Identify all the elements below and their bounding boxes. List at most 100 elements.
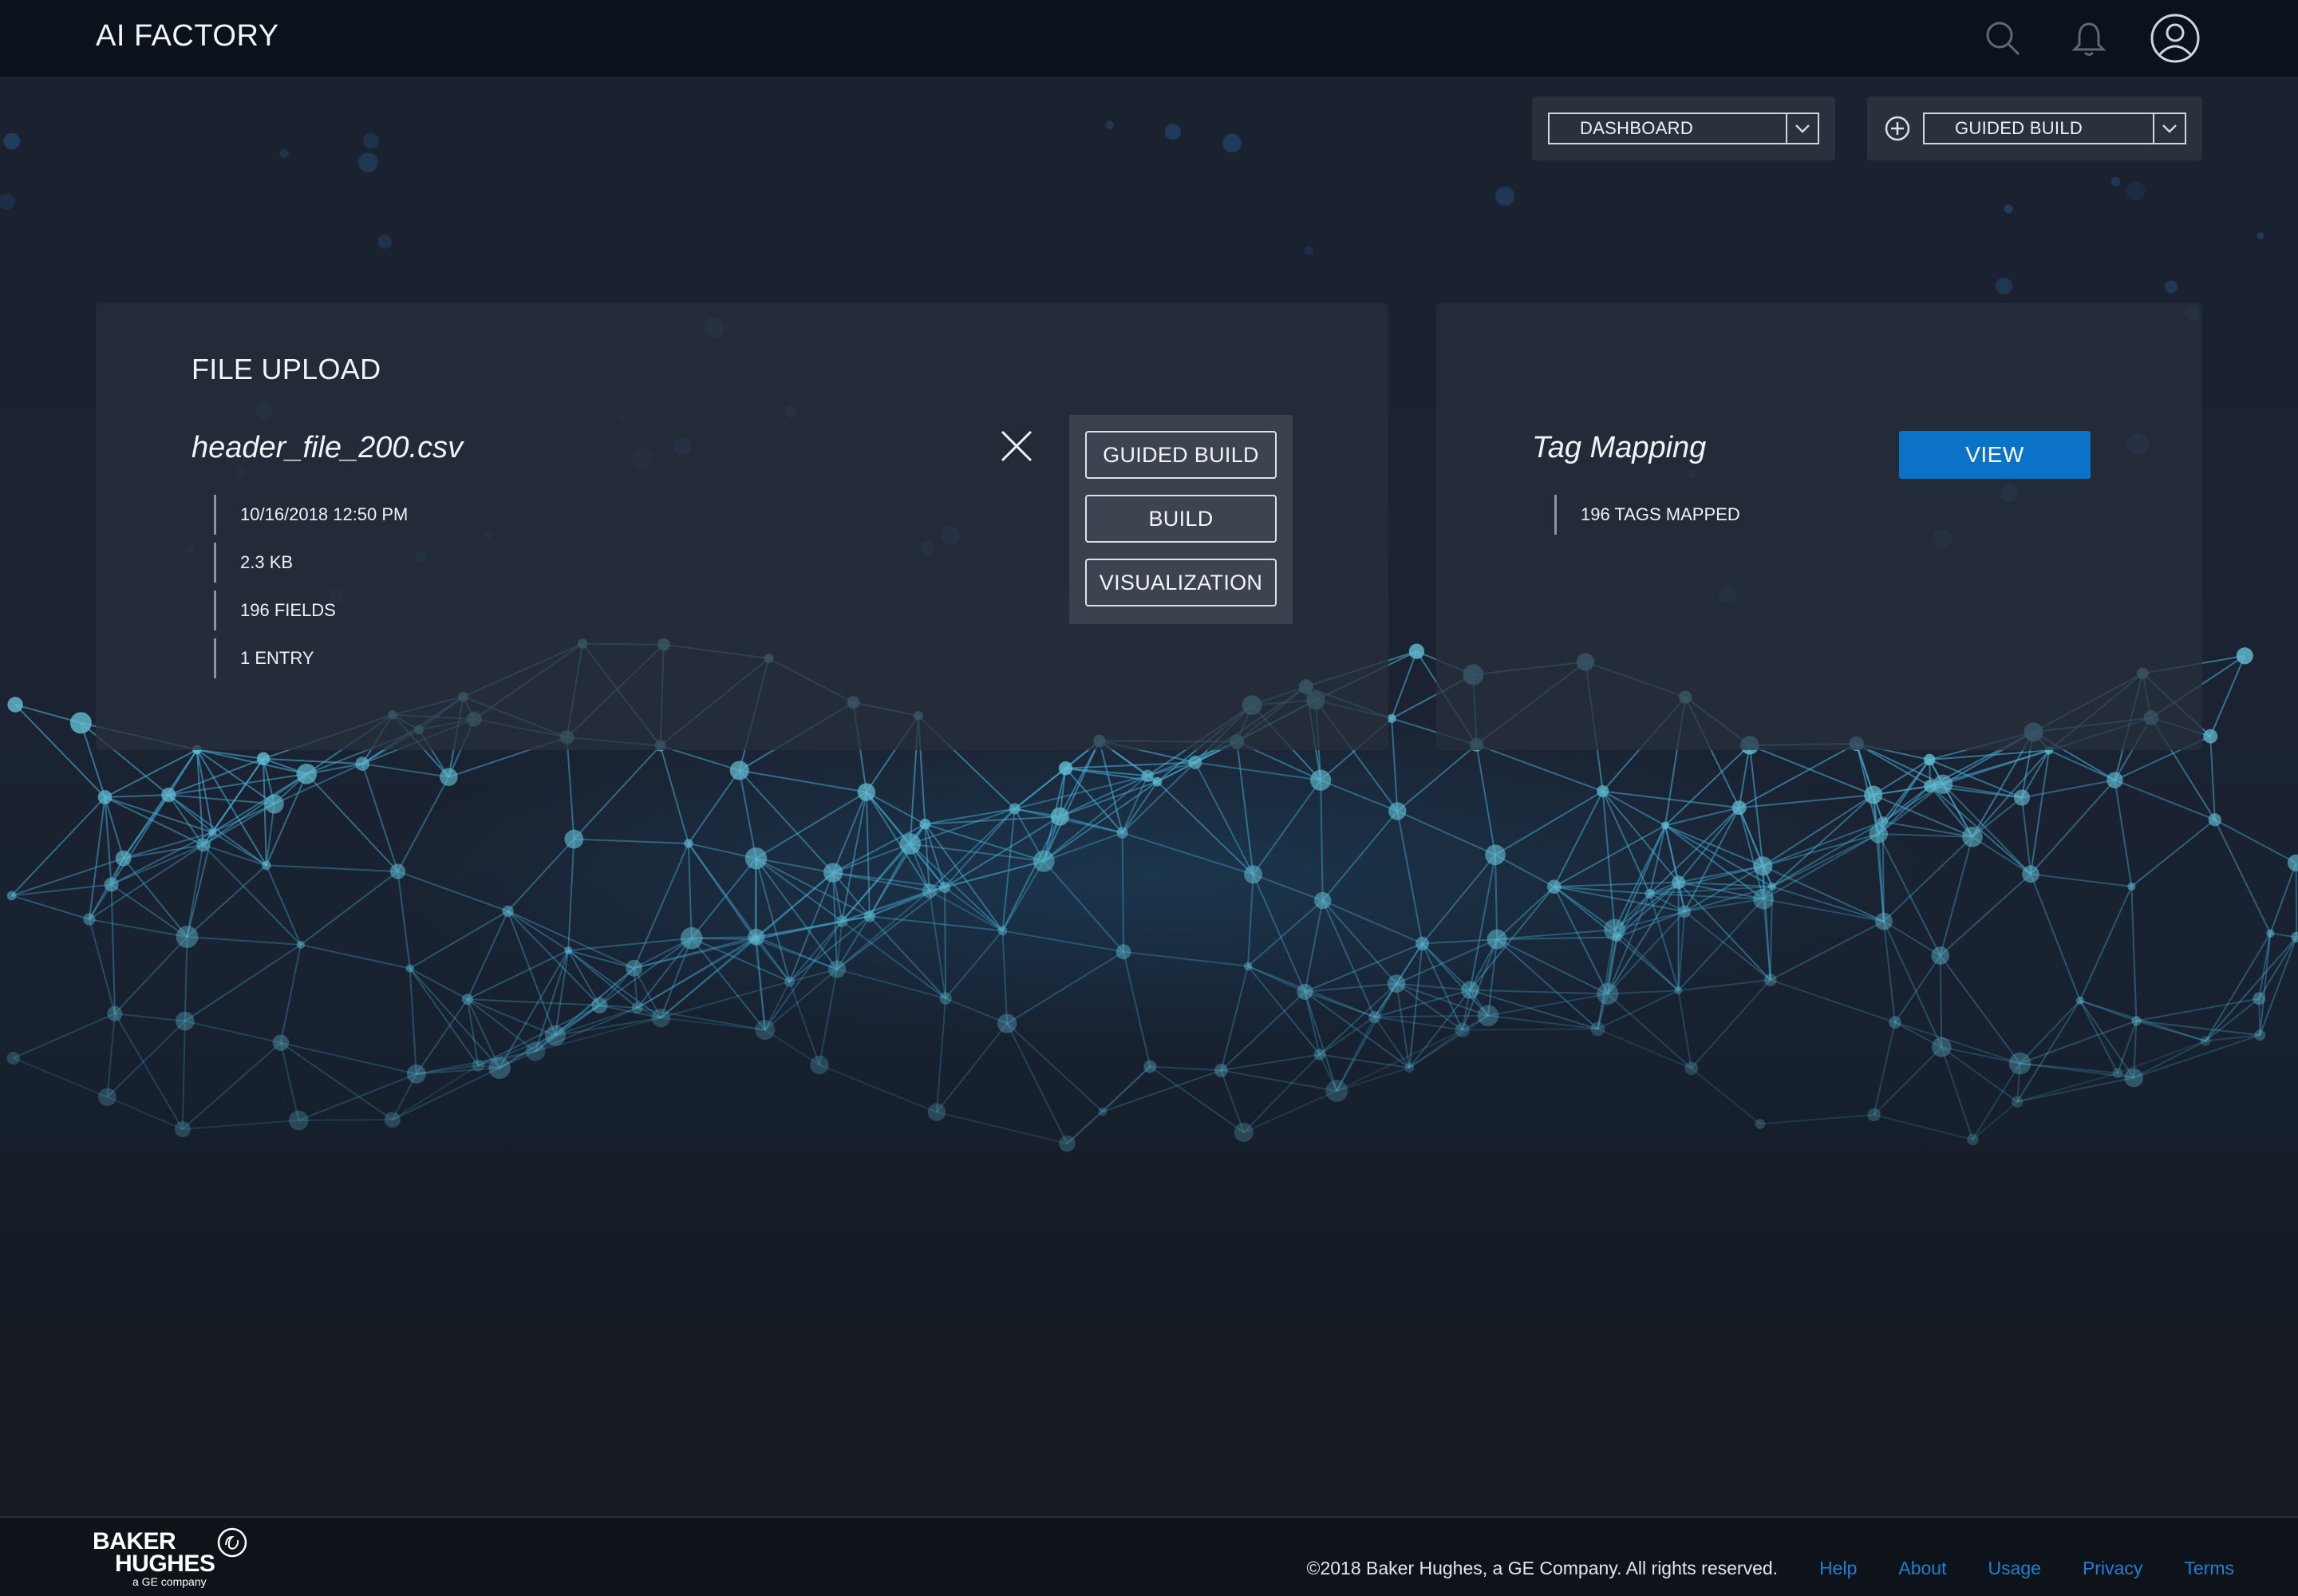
network-node — [1661, 821, 1670, 830]
footer-link-about[interactable]: About — [1898, 1558, 1946, 1579]
build-button[interactable]: BUILD — [1085, 495, 1277, 543]
network-line — [818, 969, 839, 1065]
dashboard-select[interactable]: DASHBOARD — [1548, 113, 1819, 144]
network-line — [1882, 921, 1896, 1023]
visualization-button[interactable]: VISUALIZATION — [1085, 559, 1277, 606]
network-line — [1156, 780, 1254, 875]
bell-icon[interactable] — [2062, 11, 2116, 65]
network-line — [866, 791, 926, 825]
network-node — [2236, 647, 2253, 665]
network-line — [1496, 938, 1599, 1030]
network-line — [1102, 1069, 1222, 1113]
network-node — [564, 946, 573, 955]
network-node — [1404, 1062, 1415, 1073]
network-line — [280, 1041, 393, 1120]
network-node — [927, 1103, 946, 1121]
network-node — [684, 839, 693, 848]
network-line — [554, 950, 570, 1036]
network-line — [2117, 1020, 2138, 1074]
network-node — [755, 1020, 776, 1041]
network-line — [122, 857, 188, 938]
network-node — [1597, 784, 1609, 798]
network-line — [1763, 833, 1879, 900]
footer-text: ©2018 Baker Hughes, a GE Company. All ri… — [1307, 1558, 2234, 1579]
network-node — [1597, 982, 1619, 1005]
network-line — [182, 1119, 299, 1131]
network-line — [1220, 1069, 1245, 1133]
network-line — [1677, 898, 1764, 991]
network-line — [2136, 1020, 2260, 1037]
network-node — [161, 787, 176, 803]
network-line — [637, 938, 693, 1009]
chevron-down-icon[interactable] — [2153, 114, 2185, 143]
network-line — [1873, 1046, 1943, 1116]
dashboard-select-container: DASHBOARD — [1532, 97, 1835, 160]
network-node — [1674, 986, 1683, 995]
network-node — [750, 934, 760, 945]
network-line — [415, 998, 468, 1075]
network-line — [687, 843, 693, 938]
network-node — [2254, 1029, 2266, 1041]
network-line — [186, 864, 267, 938]
network-node — [264, 794, 284, 814]
background-particle — [279, 148, 289, 159]
network-line — [184, 1020, 282, 1044]
network-node — [1864, 785, 1883, 804]
build-select[interactable]: GUIDED BUILD — [1923, 113, 2186, 144]
network-line — [836, 968, 946, 1000]
network-node — [406, 1064, 426, 1084]
network-node — [1313, 1049, 1326, 1061]
network-line — [944, 887, 1004, 932]
network-line — [1396, 744, 1478, 812]
network-line — [910, 843, 1044, 863]
network-node — [97, 790, 113, 804]
guided-build-button[interactable]: GUIDED BUILD — [1085, 431, 1277, 479]
network-node — [1368, 1010, 1381, 1024]
network-line — [1771, 794, 1874, 887]
network-line — [637, 938, 756, 1009]
view-button[interactable]: VIEW — [1899, 431, 2091, 479]
network-node — [2203, 729, 2218, 744]
network-node — [857, 783, 876, 801]
network-line — [13, 1013, 116, 1059]
background-particle — [2126, 181, 2146, 200]
network-node — [405, 964, 414, 973]
network-node — [176, 1011, 195, 1031]
network-node — [1388, 802, 1407, 820]
network-node — [440, 768, 458, 787]
footer-link-terms[interactable]: Terms — [2184, 1558, 2234, 1579]
footer-link-privacy[interactable]: Privacy — [2083, 1558, 2142, 1579]
network-node — [1415, 936, 1430, 950]
network-line — [1597, 1028, 1692, 1069]
network-line — [1102, 1065, 1151, 1112]
footer-link-help[interactable]: Help — [1819, 1558, 1857, 1579]
network-line — [265, 865, 302, 946]
search-icon[interactable] — [1976, 11, 2030, 65]
network-line — [1770, 920, 1885, 981]
network-line — [2205, 936, 2297, 1042]
network-line — [1220, 966, 1249, 1071]
network-line — [1749, 744, 1874, 796]
network-node — [1477, 1005, 1499, 1027]
network-line — [1762, 865, 1885, 922]
network-node — [174, 1120, 191, 1138]
network-node — [626, 959, 643, 977]
user-icon[interactable] — [2148, 11, 2202, 65]
network-node — [1314, 891, 1332, 910]
footer-link-usage[interactable]: Usage — [1988, 1558, 2040, 1579]
network-line — [467, 911, 509, 1000]
footer: BAKER HUGHES a GE company ©2018 Baker Hu… — [0, 1516, 2298, 1596]
add-circle-icon[interactable] — [1883, 114, 1912, 143]
background-particle — [1995, 277, 2013, 294]
chevron-down-icon[interactable] — [1786, 114, 1818, 143]
network-line — [688, 769, 740, 844]
close-icon[interactable] — [997, 427, 1036, 465]
network-node — [997, 1013, 1017, 1033]
network-line — [2209, 736, 2216, 820]
network-node — [1243, 962, 1253, 971]
network-line — [1941, 1046, 1974, 1140]
network-line — [1894, 954, 1941, 1023]
network-node — [115, 850, 132, 867]
network-line — [88, 796, 106, 920]
network-node — [2200, 1036, 2211, 1046]
